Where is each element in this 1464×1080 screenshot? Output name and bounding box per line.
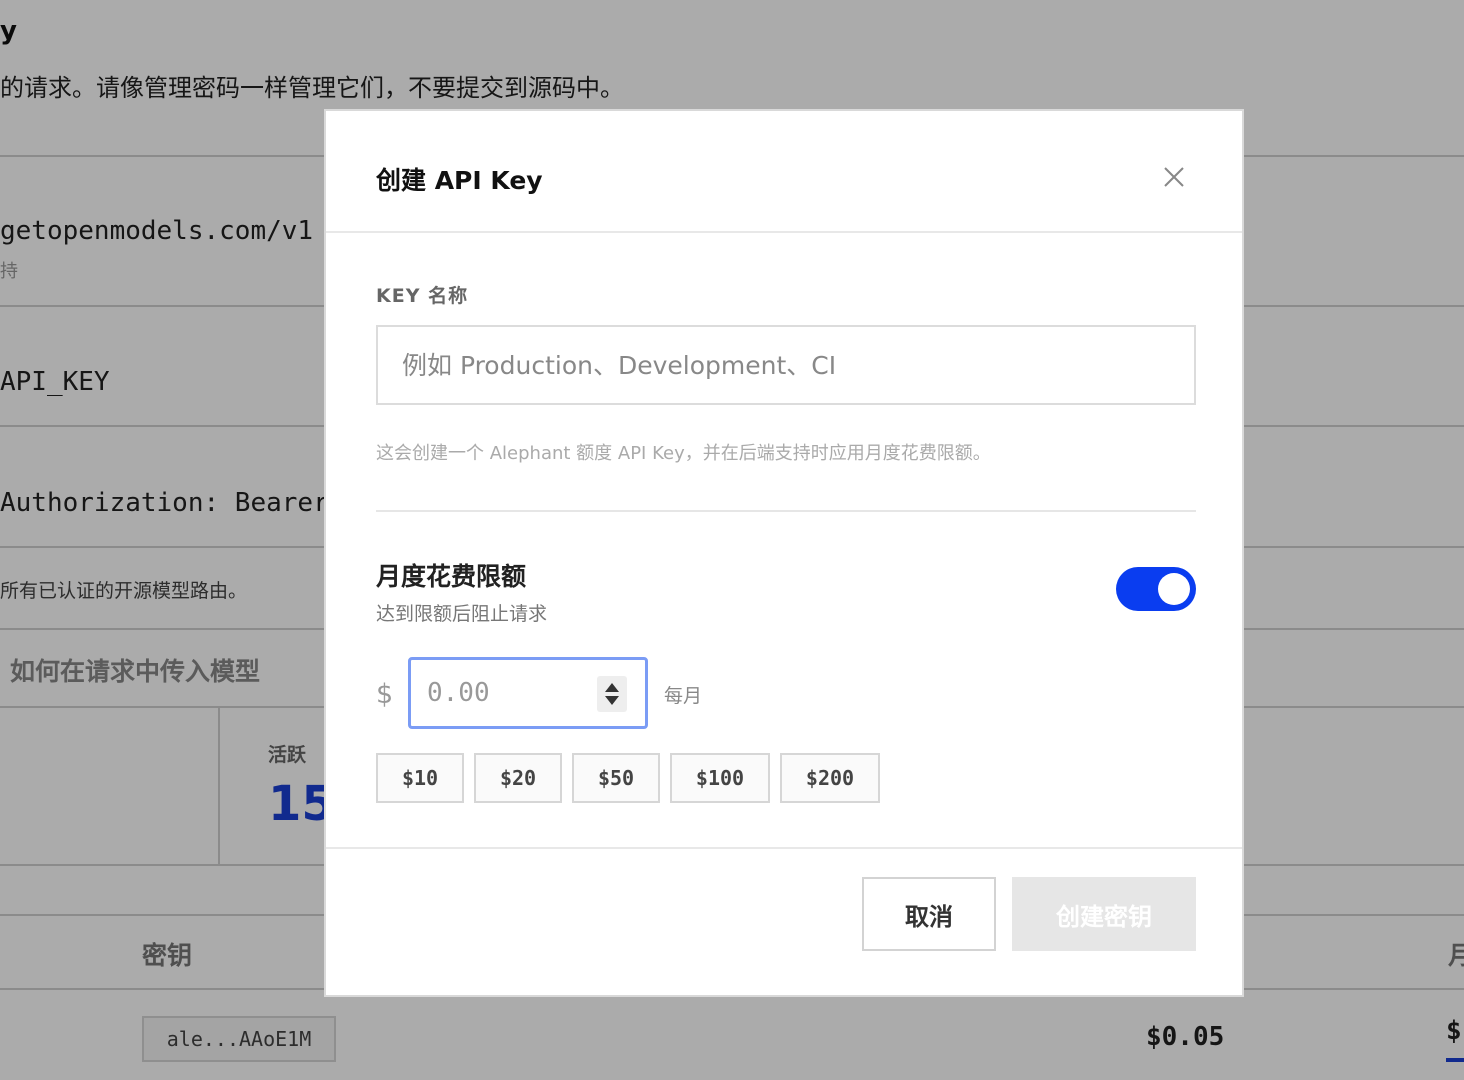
period-label: 每月 — [664, 685, 703, 707]
key-name-label: KEY 名称 — [376, 285, 469, 307]
amount-stepper[interactable] — [597, 676, 627, 712]
close-icon — [1164, 167, 1184, 187]
amount-input[interactable] — [427, 674, 577, 712]
cancel-button[interactable]: 取消 — [862, 877, 996, 951]
key-name-input[interactable] — [376, 325, 1196, 405]
preset-button-10[interactable]: $10 — [376, 753, 464, 803]
toggle-knob — [1158, 573, 1190, 605]
divider — [376, 510, 1196, 512]
create-api-key-dialog: 创建 API Key KEY 名称 这会创建一个 Alephant 额度 API… — [324, 109, 1244, 997]
dialog-title: 创建 API Key — [376, 166, 543, 195]
helper-text: 这会创建一个 Alephant 额度 API Key，并在后端支持时应用月度花费… — [376, 443, 991, 464]
currency-symbol: $ — [376, 679, 394, 710]
preset-button-50[interactable]: $50 — [572, 753, 660, 803]
monthly-limit-toggle[interactable] — [1116, 567, 1196, 611]
preset-button-20[interactable]: $20 — [474, 753, 562, 803]
preset-button-100[interactable]: $100 — [670, 753, 770, 803]
monthly-limit-title: 月度花费限额 — [376, 562, 527, 591]
stepper-up-icon[interactable] — [605, 683, 619, 692]
monthly-limit-subtitle: 达到限额后阻止请求 — [376, 603, 548, 625]
preset-button-200[interactable]: $200 — [780, 753, 880, 803]
stepper-down-icon[interactable] — [605, 696, 619, 705]
preset-amounts: $10 $20 $50 $100 $200 — [376, 753, 880, 803]
close-button[interactable] — [1152, 159, 1196, 195]
footer-divider — [326, 847, 1242, 849]
amount-field — [408, 657, 648, 729]
create-key-button[interactable]: 创建密钥 — [1012, 877, 1196, 951]
dialog-header: 创建 API Key — [326, 111, 1242, 233]
